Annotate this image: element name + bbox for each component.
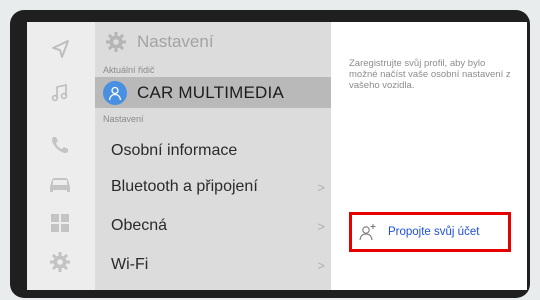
chevron-right-icon: > xyxy=(317,218,325,234)
app-rail xyxy=(27,22,95,290)
menu-item-label: Bluetooth a připojení xyxy=(111,178,258,195)
car-icon[interactable] xyxy=(43,170,77,200)
menu-item-label: Osobní informace xyxy=(111,142,238,159)
menu-header: Nastavení xyxy=(105,28,214,56)
menu-item-general[interactable]: Obecná > xyxy=(95,208,331,244)
current-driver-label: Aktuální řidič xyxy=(103,65,155,75)
driver-name: CAR MULTIMEDIA xyxy=(137,82,284,102)
detail-panel: Zaregistrujte svůj profil, aby bylo možn… xyxy=(331,22,527,290)
gear-icon xyxy=(106,32,126,52)
settings-menu: Nastavení Aktuální řidič CAR MULTIMEDIA … xyxy=(95,22,331,290)
infotainment-screen: Nastavení Aktuální řidič CAR MULTIMEDIA … xyxy=(27,22,527,290)
link-account-label: Propojte svůj účet xyxy=(388,226,480,238)
avatar xyxy=(103,80,127,105)
apps-icon[interactable] xyxy=(43,208,77,238)
phone-icon[interactable] xyxy=(43,130,77,160)
navigation-icon[interactable] xyxy=(43,34,77,64)
menu-item-wifi[interactable]: Wi-Fi > xyxy=(95,247,331,283)
add-user-icon xyxy=(359,224,376,241)
music-icon[interactable] xyxy=(43,78,77,108)
current-driver-row[interactable]: CAR MULTIMEDIA xyxy=(95,77,331,108)
user-icon xyxy=(108,86,122,100)
settings-section-label: Nastavení xyxy=(103,114,144,124)
menu-item-bluetooth[interactable]: Bluetooth a připojení > xyxy=(95,169,331,205)
menu-title: Nastavení xyxy=(137,32,214,51)
chevron-right-icon: > xyxy=(317,179,325,195)
chevron-right-icon: > xyxy=(317,257,325,273)
menu-item-personal-info[interactable]: Osobní informace xyxy=(95,133,331,169)
settings-icon[interactable] xyxy=(43,247,77,277)
menu-item-label: Wi-Fi xyxy=(111,256,149,273)
menu-item-label: Obecná xyxy=(111,217,168,234)
profile-description: Zaregistrujte svůj profil, aby bylo možn… xyxy=(349,58,511,91)
link-account-button[interactable]: Propojte svůj účet xyxy=(349,212,511,252)
